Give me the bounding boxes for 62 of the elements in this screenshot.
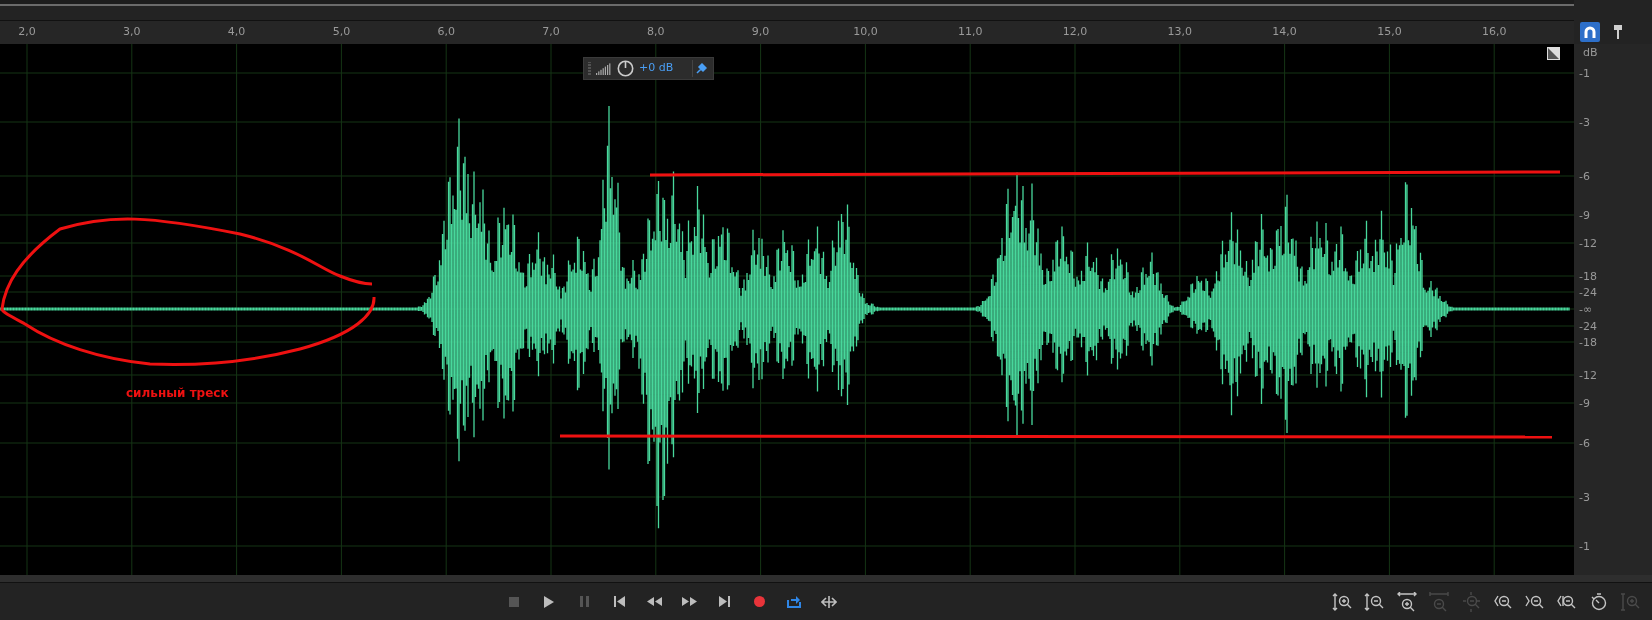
db-label: -∞ — [1579, 303, 1593, 315]
db-label: -12 — [1579, 369, 1597, 381]
skip-to-start-icon — [613, 596, 625, 607]
ruler-tick-label: 13,0 — [1167, 24, 1193, 40]
waveform-canvas[interactable]: сильный треск +0 dB — [0, 44, 1574, 575]
db-label: -12 — [1579, 237, 1597, 249]
knob-icon[interactable] — [617, 60, 634, 77]
ruler-tick-label: 7,0 — [542, 24, 560, 40]
ruler-tick-label: 16,0 — [1481, 24, 1507, 40]
ruler-tick-label: 10,0 — [853, 24, 878, 40]
zoom-in-amplitude-icon — [1332, 591, 1354, 612]
rewind-icon — [646, 597, 662, 606]
db-label: -6 — [1579, 170, 1590, 182]
db-label: -1 — [1579, 67, 1590, 79]
record-icon — [753, 596, 765, 607]
db-label: -18 — [1579, 336, 1597, 348]
ruler-tick-label: 2,0 — [18, 24, 36, 40]
ruler-tick-label: 6,0 — [437, 24, 455, 40]
db-label: -24 — [1579, 286, 1597, 298]
ruler-tick-label: 5,0 — [332, 24, 351, 40]
zoom-out-time-icon — [1428, 591, 1450, 612]
db-label: -9 — [1579, 397, 1590, 409]
ruler-tick-label: 9,0 — [751, 24, 770, 40]
skip-to-end-icon — [718, 596, 730, 607]
ruler-tick-label: 4,0 — [227, 24, 246, 40]
grip-icon — [588, 61, 591, 76]
pause-icon — [579, 596, 589, 607]
level-meter-icon — [596, 62, 612, 75]
gain-value[interactable]: +0 dB — [639, 60, 687, 77]
pin-icon — [1614, 25, 1622, 39]
ruler-tick-label: 12,0 — [1062, 24, 1088, 40]
zoom-tracks-icon — [1620, 591, 1642, 612]
db-label: -18 — [1579, 270, 1597, 282]
gain-hud[interactable]: +0 dB — [583, 57, 714, 80]
ruler-tick-label: 8,0 — [647, 24, 665, 40]
ruler-tick-label: 11,0 — [957, 24, 983, 40]
skip-selection-icon — [821, 595, 837, 608]
corner-toggle-icon[interactable] — [1547, 47, 1560, 60]
db-label: -3 — [1579, 491, 1590, 503]
play-icon — [544, 595, 554, 608]
ruler-tick-label: 15,0 — [1377, 24, 1402, 40]
fast-forward-icon — [681, 597, 697, 606]
db-label: -3 — [1579, 116, 1590, 128]
horizontal-scrollbar[interactable] — [0, 575, 1652, 583]
db-unit-label: dB — [1583, 45, 1598, 61]
db-label: -24 — [1579, 320, 1597, 332]
zoom-full-icon — [1460, 591, 1482, 612]
zoom-out-amplitude-icon — [1364, 591, 1386, 612]
loop-icon — [787, 595, 801, 608]
zoom-in-time-icon — [1396, 591, 1418, 612]
magnet-icon — [1584, 26, 1596, 38]
ruler-tick-label: 3,0 — [123, 24, 141, 40]
pin-icon — [695, 63, 707, 74]
pin-button[interactable] — [692, 60, 709, 77]
db-label: -1 — [1579, 540, 1590, 552]
snap-toggle[interactable] — [1580, 22, 1600, 42]
stop-icon — [509, 596, 519, 607]
db-label: -6 — [1579, 437, 1590, 449]
annotation-note: сильный треск — [126, 385, 229, 402]
db-label: -9 — [1579, 209, 1590, 221]
ruler-tick-label: 14,0 — [1272, 24, 1297, 40]
overview-scrollbar[interactable] — [0, 0, 1574, 6]
